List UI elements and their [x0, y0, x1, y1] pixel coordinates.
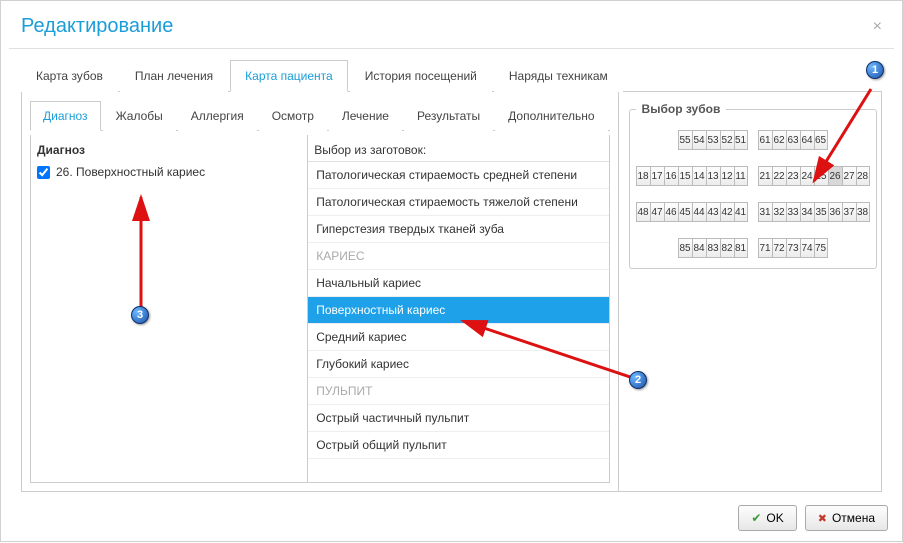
template-group: КАРИЕС — [308, 243, 608, 270]
subtab-additional[interactable]: Дополнительно — [495, 101, 607, 131]
diagnosis-row: 26. Поверхностный кариес — [37, 163, 301, 181]
tooth-83[interactable]: 83 — [706, 238, 720, 258]
tooth-43[interactable]: 43 — [706, 202, 720, 222]
tooth-31[interactable]: 31 — [758, 202, 772, 222]
tooth-84[interactable]: 84 — [692, 238, 706, 258]
diagnosis-checkbox[interactable] — [37, 166, 50, 179]
tooth-71[interactable]: 71 — [758, 238, 772, 258]
tooth-11[interactable]: 11 — [734, 166, 748, 186]
tooth-22[interactable]: 22 — [772, 166, 786, 186]
cancel-icon — [818, 511, 827, 525]
templates-list[interactable]: Патологическая стираемость средней степе… — [308, 161, 608, 476]
tooth-27[interactable]: 27 — [842, 166, 856, 186]
tooth-15[interactable]: 15 — [678, 166, 692, 186]
teeth-fieldset: Выбор зубов 5554535251 6162636465 18171615… — [629, 102, 877, 269]
tooth-73[interactable]: 73 — [786, 238, 800, 258]
template-item[interactable]: Начальный кариес — [308, 270, 608, 297]
tooth-52[interactable]: 52 — [720, 130, 734, 150]
subtab-diagnosis[interactable]: Диагноз — [30, 101, 101, 131]
tooth-33[interactable]: 33 — [786, 202, 800, 222]
template-item[interactable]: Острый общий пульпит — [308, 432, 608, 459]
tooth-18[interactable]: 18 — [636, 166, 650, 186]
tooth-13[interactable]: 13 — [706, 166, 720, 186]
tooth-53[interactable]: 53 — [706, 130, 720, 150]
tooth-65[interactable]: 65 — [814, 130, 828, 150]
tooth-32[interactable]: 32 — [772, 202, 786, 222]
template-item[interactable]: Гиперстезия твердых тканей зуба — [308, 216, 608, 243]
tooth-81[interactable]: 81 — [734, 238, 748, 258]
tab-visit-history[interactable]: История посещений — [350, 60, 492, 92]
tab-patient-card[interactable]: Карта пациента — [230, 60, 348, 92]
tab-technician-orders[interactable]: Наряды техникам — [494, 60, 623, 92]
template-item[interactable]: Острый частичный пульпит — [308, 405, 608, 432]
tooth-48[interactable]: 48 — [636, 202, 650, 222]
template-item[interactable]: Средний кариес — [308, 324, 608, 351]
cancel-label: Отмена — [832, 511, 875, 525]
dialog-title: Редактирование — [21, 15, 173, 38]
tooth-82[interactable]: 82 — [720, 238, 734, 258]
tooth-51[interactable]: 51 — [734, 130, 748, 150]
teeth-legend: Выбор зубов — [636, 102, 727, 116]
tooth-38[interactable]: 38 — [856, 202, 870, 222]
tooth-63[interactable]: 63 — [786, 130, 800, 150]
check-icon — [751, 511, 761, 525]
close-icon[interactable]: × — [873, 18, 882, 36]
tooth-54[interactable]: 54 — [692, 130, 706, 150]
tooth-21[interactable]: 21 — [758, 166, 772, 186]
tooth-62[interactable]: 62 — [772, 130, 786, 150]
tooth-46[interactable]: 46 — [664, 202, 678, 222]
tooth-26[interactable]: 26 — [828, 166, 842, 186]
tooth-17[interactable]: 17 — [650, 166, 664, 186]
tab-treatment-plan[interactable]: План лечения — [120, 60, 228, 92]
tooth-24[interactable]: 24 — [800, 166, 814, 186]
diagnosis-heading: Диагноз — [37, 143, 301, 157]
template-item[interactable]: Глубокий кариес — [308, 351, 608, 378]
tooth-34[interactable]: 34 — [800, 202, 814, 222]
divider — [9, 48, 894, 49]
tooth-42[interactable]: 42 — [720, 202, 734, 222]
tooth-44[interactable]: 44 — [692, 202, 706, 222]
tooth-47[interactable]: 47 — [650, 202, 664, 222]
tooth-55[interactable]: 55 — [678, 130, 692, 150]
tooth-75[interactable]: 75 — [814, 238, 828, 258]
subtab-allergy[interactable]: Аллергия — [178, 101, 257, 131]
main-tabs: Карта зубов План лечения Карта пациента … — [21, 59, 882, 92]
template-group: ПУЛЬПИТ — [308, 378, 608, 405]
cancel-button[interactable]: Отмена — [805, 505, 888, 531]
diagnosis-text: 26. Поверхностный кариес — [56, 165, 205, 179]
tooth-72[interactable]: 72 — [772, 238, 786, 258]
template-item-selected[interactable]: Поверхностный кариес — [308, 297, 608, 324]
tooth-23[interactable]: 23 — [786, 166, 800, 186]
tooth-64[interactable]: 64 — [800, 130, 814, 150]
ok-button[interactable]: OK — [738, 505, 796, 531]
tooth-74[interactable]: 74 — [800, 238, 814, 258]
tooth-37[interactable]: 37 — [842, 202, 856, 222]
tooth-45[interactable]: 45 — [678, 202, 692, 222]
ok-label: OK — [766, 511, 783, 525]
templates-heading: Выбор из заготовок: — [314, 143, 602, 157]
tooth-61[interactable]: 61 — [758, 130, 772, 150]
tooth-14[interactable]: 14 — [692, 166, 706, 186]
tooth-85[interactable]: 85 — [678, 238, 692, 258]
template-item[interactable]: Патологическая стираемость тяжелой степе… — [308, 189, 608, 216]
subtab-exam[interactable]: Осмотр — [259, 101, 327, 131]
tooth-35[interactable]: 35 — [814, 202, 828, 222]
subtab-complaints[interactable]: Жалобы — [103, 101, 176, 131]
subtab-treatment[interactable]: Лечение — [329, 101, 402, 131]
tooth-16[interactable]: 16 — [664, 166, 678, 186]
tooth-25[interactable]: 25 — [814, 166, 828, 186]
tooth-36[interactable]: 36 — [828, 202, 842, 222]
tooth-28[interactable]: 28 — [856, 166, 870, 186]
tooth-12[interactable]: 12 — [720, 166, 734, 186]
subtab-results[interactable]: Результаты — [404, 101, 493, 131]
template-item[interactable]: Патологическая стираемость средней степе… — [308, 162, 608, 189]
sub-tabs: Диагноз Жалобы Аллергия Осмотр Лечение Р… — [30, 100, 610, 131]
tooth-41[interactable]: 41 — [734, 202, 748, 222]
tab-tooth-map[interactable]: Карта зубов — [21, 60, 118, 92]
